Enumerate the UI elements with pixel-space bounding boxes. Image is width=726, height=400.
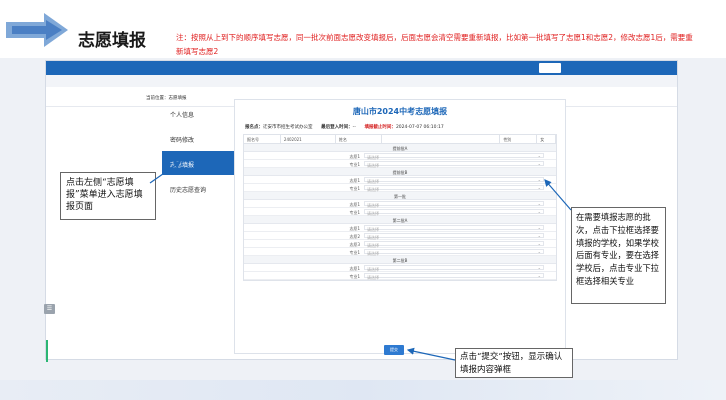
- school-select[interactable]: 请选择: [364, 233, 544, 240]
- school-select[interactable]: 请选择: [364, 177, 544, 184]
- school-select[interactable]: 请选择: [364, 201, 544, 208]
- volunteer-row: 志愿2 请选择: [244, 232, 556, 240]
- volunteer-label: 志愿1: [349, 154, 360, 159]
- student-header-row: 报名号 2402021 姓名 性别女: [244, 135, 556, 144]
- school-select[interactable]: 请选择: [364, 241, 544, 248]
- callout-submit: 点击“提交”按钮，显示确认填报内容弹框: [455, 348, 573, 378]
- volunteer-label: 志愿2: [349, 234, 360, 239]
- volunteer-row: 志愿1 请选择: [244, 176, 556, 184]
- menu-toggle-icon[interactable]: ☰: [44, 304, 55, 314]
- volunteer-label: 专业1: [349, 186, 360, 191]
- volunteer-row: 志愿3 请选择: [244, 240, 556, 248]
- school-select[interactable]: 请选择: [364, 273, 544, 280]
- bottom-band: [0, 380, 726, 400]
- header-cell: 性别: [500, 135, 538, 143]
- volunteer-row: 志愿1 请选择: [244, 152, 556, 160]
- deadline-label: 填报截止时间：: [364, 125, 396, 130]
- volunteer-label: 专业1: [349, 210, 360, 215]
- volunteer-row: 志愿1 请选择: [244, 264, 556, 272]
- volunteer-label: 志愿1: [349, 266, 360, 271]
- form-title: 唐山市2024中考志愿填报: [352, 107, 448, 116]
- volunteer-label: 志愿1: [349, 178, 360, 183]
- header-cell: 2402021: [281, 135, 336, 143]
- volunteer-row: 专业1 请选择: [244, 248, 556, 256]
- last-login-value: --: [352, 125, 356, 130]
- app-subbar: [46, 75, 677, 87]
- volunteer-row: 专业1 请选择: [244, 184, 556, 192]
- header-cell: 姓名: [336, 135, 382, 143]
- org-label: 报名点：: [245, 125, 263, 130]
- volunteer-row: 志愿1 请选择: [244, 200, 556, 208]
- submit-button[interactable]: 提交: [384, 345, 404, 355]
- volunteer-label: 专业1: [349, 274, 360, 279]
- form-panel: 唐山市2024中考志愿填报 报名点：迁安市市招生考试办公室 最后登入时间：-- …: [234, 99, 566, 354]
- school-select[interactable]: 请选择: [364, 161, 544, 168]
- volunteer-row: 志愿1 请选择: [244, 224, 556, 232]
- slide-title: 志愿填报: [78, 31, 146, 51]
- volunteer-label: 志愿1: [349, 226, 360, 231]
- volunteer-form: 报名号2402021姓名性别女 提前批A志愿1请选择专业1请选择提前批B志愿1请…: [243, 134, 557, 281]
- school-select[interactable]: 请选择: [364, 209, 544, 216]
- school-select[interactable]: 请选择: [364, 225, 544, 232]
- header-cell: 报名号: [244, 135, 281, 143]
- callout-dropdown: 在需要填报志愿的批次，点击下拉框选择要填报的学校，如果学校后面有专业，要在选择学…: [571, 207, 666, 304]
- slide-header: 志愿填报 注：按照从上到下的顺序填写志愿，同一批次前面志愿改变填报后，后面志愿会…: [0, 0, 726, 58]
- school-select[interactable]: 请选择: [364, 265, 544, 272]
- school-select[interactable]: 请选择: [364, 153, 544, 160]
- batch-heading: 第二批B: [244, 256, 556, 264]
- school-select[interactable]: 请选择: [364, 249, 544, 256]
- arrow-decoration-icon: [6, 13, 68, 47]
- org-value: 迁安市市招生考试办公室: [263, 125, 313, 130]
- deadline-value: 2024-07-07 06:10:17: [395, 125, 444, 130]
- volunteer-label: 志愿3: [349, 242, 360, 247]
- school-select[interactable]: 请选择: [364, 185, 544, 192]
- volunteer-row: 专业1 请选择: [244, 160, 556, 168]
- volunteer-label: 专业1: [349, 162, 360, 167]
- batch-heading: 第二批A: [244, 216, 556, 224]
- user-menu[interactable]: [539, 63, 561, 73]
- slide-note: 注：按照从上到下的顺序填写志愿，同一批次前面志愿改变填报后，后面志愿会清空需要重…: [176, 33, 693, 56]
- callout-menu: 点击左侧“志愿填报”菜单进入志愿填报页面: [60, 172, 156, 220]
- header-cell: 女: [537, 135, 556, 143]
- volunteer-row: 专业1 请选择: [244, 272, 556, 280]
- volunteer-label: 专业1: [349, 250, 360, 255]
- batch-heading: 提前批A: [244, 144, 556, 152]
- app-topbar: [46, 61, 677, 75]
- volunteer-row: 专业1 请选择: [244, 208, 556, 216]
- header-cell: [382, 135, 501, 143]
- batch-heading: 提前批B: [244, 168, 556, 176]
- batch-heading: 第一批: [244, 192, 556, 200]
- volunteer-label: 志愿1: [349, 202, 360, 207]
- last-login-label: 最后登入时间：: [321, 125, 353, 130]
- status-indicator: [46, 340, 48, 362]
- form-meta: 报名点：迁安市市招生考试办公室 最后登入时间：-- 填报截止时间：2024-07…: [245, 124, 565, 130]
